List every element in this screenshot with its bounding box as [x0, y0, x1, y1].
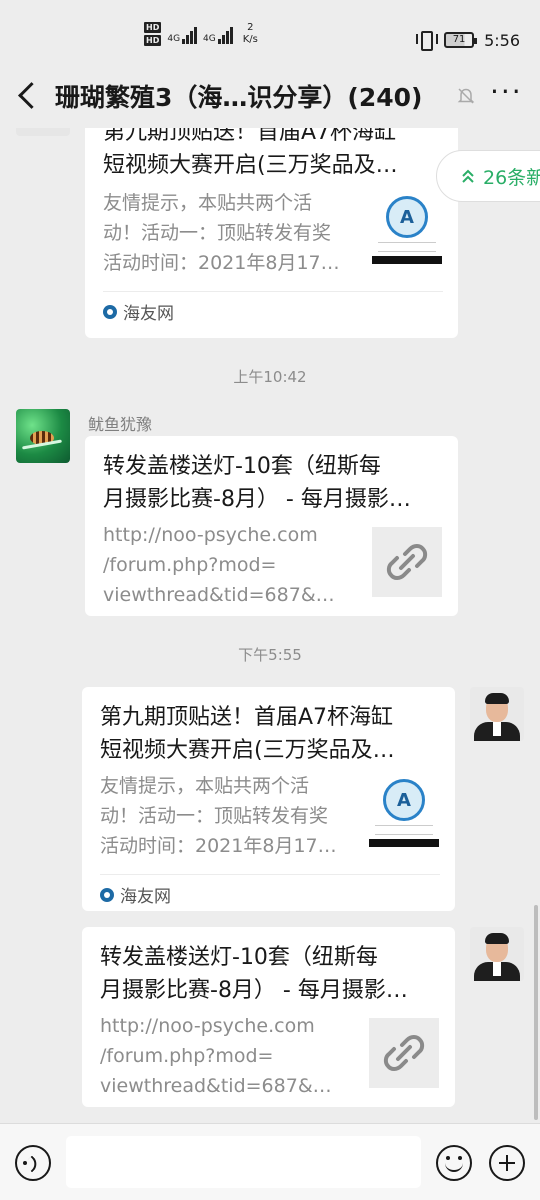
avatar[interactable] [470, 927, 524, 981]
plus-icon[interactable] [489, 1145, 525, 1181]
emoji-icon[interactable] [436, 1145, 472, 1181]
signal-1-icon [182, 24, 198, 44]
card-desc-line: 友情提示，本贴共两个活 [103, 192, 313, 214]
card-title-line: 第九期顶贴送！首届A7杯海缸 [103, 128, 397, 145]
message-input[interactable] [66, 1136, 421, 1188]
card-divider [103, 291, 443, 292]
status-right: 71 5:56 [416, 30, 520, 51]
more-options-icon[interactable]: ··· [490, 78, 523, 106]
link-card[interactable]: 第九期顶贴送！首届A7杯海缸 短视频大赛开启(三万奖品及… 友情提示，本贴共两个… [82, 687, 455, 911]
card-divider [100, 874, 440, 875]
card-thumbnail: A [369, 777, 439, 847]
avatar-hair [485, 933, 509, 944]
thumb-caption [375, 825, 433, 835]
thumb-caption [378, 242, 436, 252]
thumb-bar [372, 256, 442, 264]
battery-level: 71 [452, 34, 466, 45]
source-logo-icon [103, 304, 117, 319]
card-desc-line: 动！活动一：顶贴转发有奖 [103, 222, 332, 244]
avatar-shirt [493, 962, 501, 976]
status-bar: HD HD 4G 4G 2 K/s 71 5:56 [0, 0, 540, 56]
back-icon[interactable] [0, 60, 50, 130]
network-indicators: HD HD 4G 4G 2 K/s [144, 22, 258, 46]
card-source: 海友网 [100, 882, 171, 907]
card-title-line: 短视频大赛开启(三万奖品及… [100, 738, 395, 763]
avatar-hair [485, 693, 509, 704]
mute-bell-icon [457, 88, 475, 104]
chat-title: 珊瑚繁殖3（海…识分享）(240) [55, 83, 423, 112]
card-description: http://noo-psyche.com /forum.php?mod= vi… [103, 520, 353, 610]
avatar[interactable] [16, 409, 70, 463]
card-desc-line: viewthread&tid=687&mo… [103, 584, 353, 606]
hd-icon: HD [144, 22, 162, 33]
new-messages-label: 26条新 [483, 166, 540, 189]
card-thumbnail: A [372, 194, 442, 264]
card-desc-line: 活动时间：2021年8月17… [100, 835, 337, 857]
a7-logo-icon: A [386, 196, 428, 238]
card-title-line: 月摄影比赛-8月） - 每月摄影… [100, 978, 408, 1003]
card-desc-line: 友情提示，本贴共两个活 [100, 775, 310, 797]
clock: 5:56 [484, 30, 520, 50]
avatar[interactable] [470, 687, 524, 741]
card-desc-line: /forum.php?mod= [103, 554, 277, 576]
thumb-mark: A [397, 789, 411, 811]
voice-input-icon[interactable] [15, 1145, 51, 1181]
a7-logo-icon: A [383, 779, 425, 821]
card-source: 海友网 [103, 299, 174, 324]
double-chevron-up-icon [462, 169, 474, 183]
card-description: http://noo-psyche.com /forum.php?mod= vi… [100, 1011, 350, 1101]
link-thumbnail [369, 1018, 439, 1088]
card-desc-line: 活动时间：2021年8月17… [103, 252, 340, 274]
new-messages-button[interactable]: 26条新 [436, 150, 540, 202]
card-desc-line: 动！活动一：顶贴转发有奖 [100, 805, 329, 827]
vibrate-icon [416, 30, 439, 51]
scrollbar[interactable] [534, 905, 538, 1120]
speed-unit: K/s [242, 34, 258, 45]
link-icon [383, 1035, 425, 1071]
hd-icons: HD HD [144, 22, 162, 46]
signal-2-icon [217, 24, 233, 44]
source-name: 海友网 [120, 887, 171, 907]
chat-area[interactable]: 第九期顶贴送！首届A7杯海缸 短视频大赛开启(三万奖品及… 友情提示，本贴共两个… [0, 128, 540, 1123]
card-title-line: 短视频大赛开启(三万奖品及… [103, 153, 398, 178]
source-logo-icon [100, 887, 114, 902]
avatar-partial [16, 128, 70, 136]
timestamp: 下午5:55 [238, 646, 302, 664]
avatar-shirt [493, 722, 501, 736]
card-title-line: 月摄影比赛-8月） - 每月摄影… [103, 487, 411, 512]
card-title: 第九期顶贴送！首届A7杯海缸 短视频大赛开启(三万奖品及… [100, 701, 430, 767]
hd-icon: HD [144, 35, 162, 46]
battery-icon: 71 [444, 32, 478, 48]
speed-value: 2 [247, 22, 254, 33]
chat-header: 珊瑚繁殖3（海…识分享）(240) ··· [0, 60, 540, 130]
thumb-bar [369, 839, 439, 847]
card-description: 友情提示，本贴共两个活 动！活动一：顶贴转发有奖 活动时间：2021年8月17… [103, 188, 353, 278]
link-icon [386, 544, 428, 580]
timestamp: 上午10:42 [233, 368, 307, 386]
card-title-line: 转发盖楼送灯-10套（纽斯每 [103, 454, 381, 479]
thumb-mark: A [400, 206, 414, 228]
network-speed: 2 K/s [243, 22, 258, 46]
link-card[interactable]: 第九期顶贴送！首届A7杯海缸 短视频大赛开启(三万奖品及… 友情提示，本贴共两个… [85, 128, 458, 338]
network-2: 4G [203, 24, 233, 44]
card-title: 转发盖楼送灯-10套（纽斯每 月摄影比赛-8月） - 每月摄影… [100, 941, 430, 1007]
card-title: 转发盖楼送灯-10套（纽斯每 月摄影比赛-8月） - 每月摄影… [103, 450, 433, 516]
network-1: 4G [167, 24, 198, 44]
card-title-line: 第九期顶贴送！首届A7杯海缸 [100, 705, 394, 730]
sender-name: 鱿鱼犹豫 [88, 415, 153, 434]
card-title-line: 转发盖楼送灯-10套（纽斯每 [100, 945, 378, 970]
card-desc-line: viewthread&tid=687&mo… [100, 1075, 350, 1097]
network-1-label: 4G [167, 34, 181, 44]
input-bar [0, 1123, 540, 1200]
card-desc-line: http://noo-psyche.com [103, 524, 318, 546]
card-title: 第九期顶贴送！首届A7杯海缸 短视频大赛开启(三万奖品及… [103, 128, 433, 182]
link-card[interactable]: 转发盖楼送灯-10套（纽斯每 月摄影比赛-8月） - 每月摄影… http://… [82, 927, 455, 1107]
network-2-label: 4G [203, 34, 216, 44]
card-desc-line: /forum.php?mod= [100, 1045, 274, 1067]
link-thumbnail [372, 527, 442, 597]
link-card[interactable]: 转发盖楼送灯-10套（纽斯每 月摄影比赛-8月） - 每月摄影… http://… [85, 436, 458, 616]
card-description: 友情提示，本贴共两个活 动！活动一：顶贴转发有奖 活动时间：2021年8月17… [100, 771, 350, 861]
card-desc-line: http://noo-psyche.com [100, 1015, 315, 1037]
source-name: 海友网 [123, 304, 174, 324]
